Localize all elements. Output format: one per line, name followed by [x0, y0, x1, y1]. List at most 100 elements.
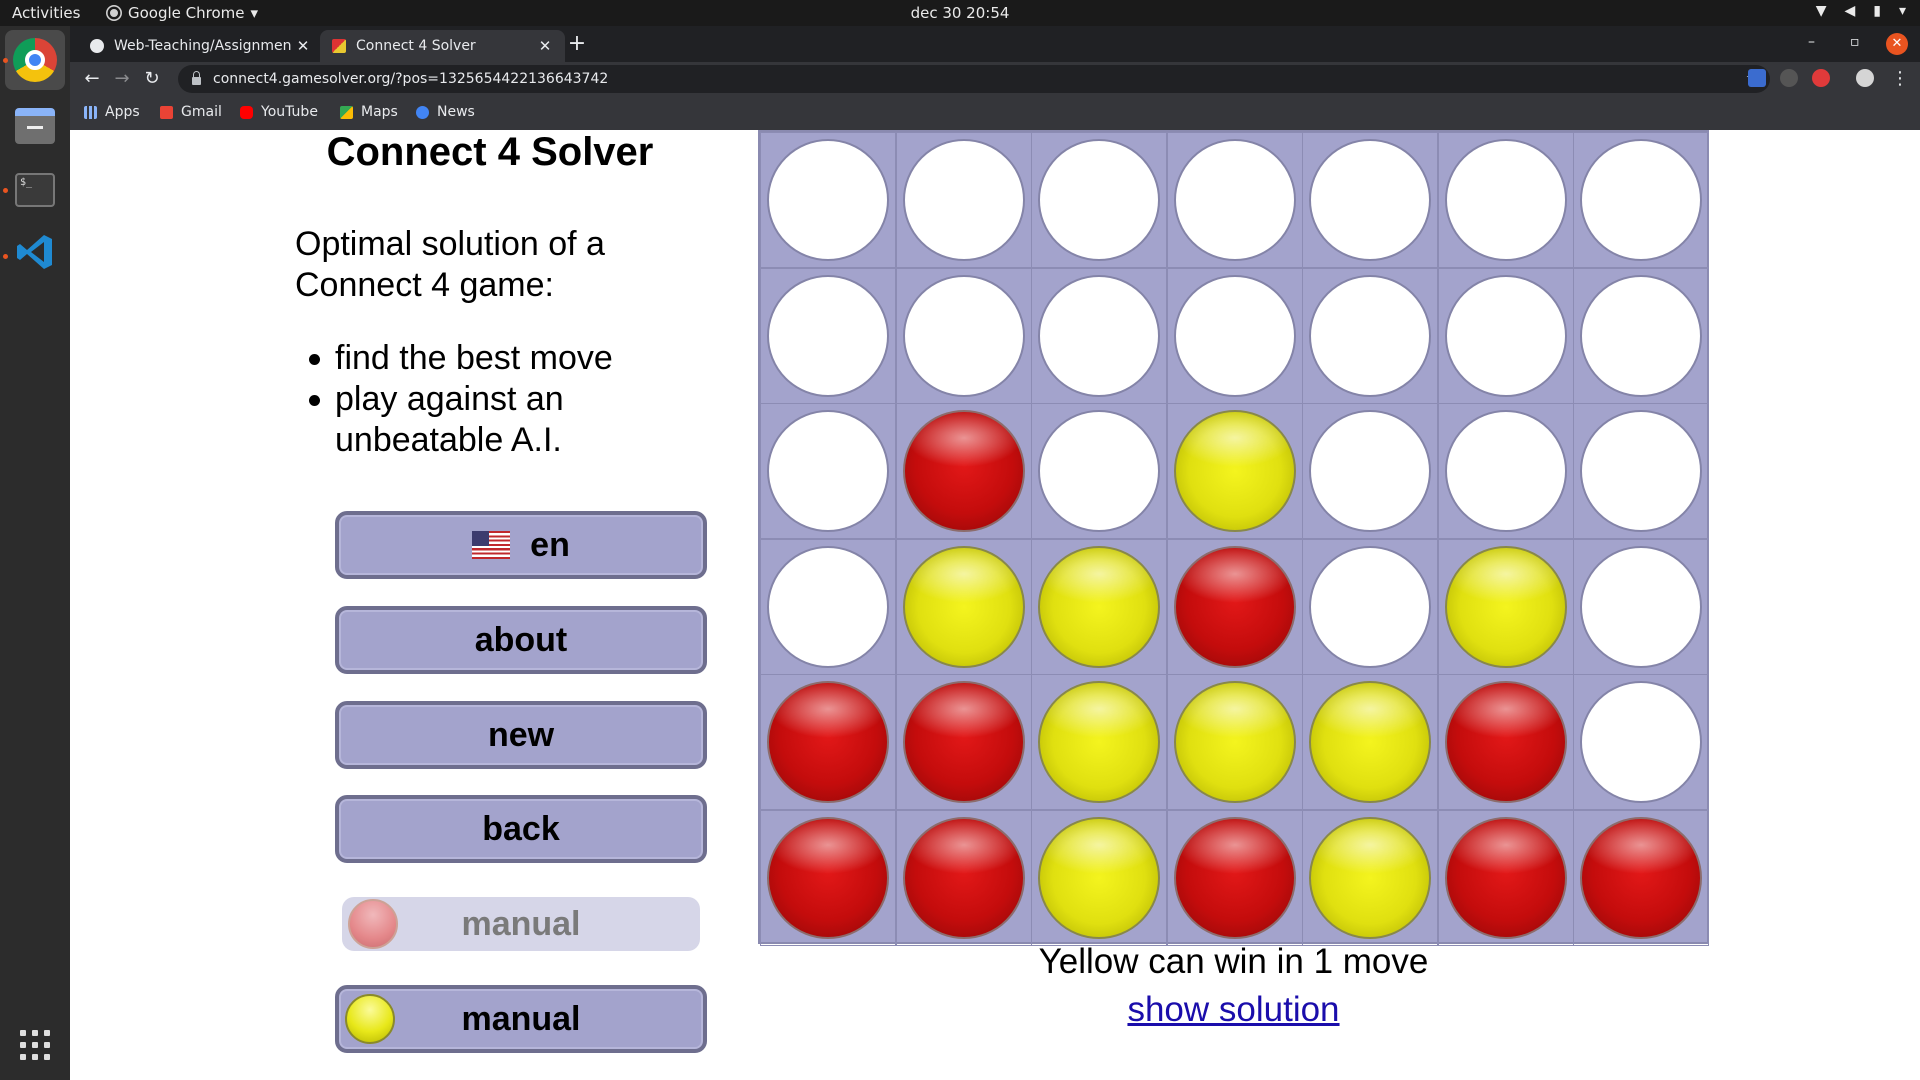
address-bar[interactable]: connect4.gamesolver.org/?pos=13256544221…: [178, 65, 1770, 93]
reload-icon[interactable]: ↻: [140, 67, 164, 91]
board-cell[interactable]: [1031, 403, 1167, 539]
maximize-icon[interactable]: ▫: [1850, 34, 1860, 50]
bookmark-news[interactable]: News: [416, 104, 475, 120]
system-tray[interactable]: ▼ ◀ ▮ ▾: [1816, 3, 1906, 19]
extension-icon[interactable]: [1812, 69, 1830, 87]
board-cell[interactable]: [760, 674, 896, 810]
intro-text: Optimal solution of a Connect 4 game:: [295, 225, 605, 304]
board-cell[interactable]: [760, 403, 896, 539]
system-top-bar: Activities Google Chrome ▾ dec 30 20:54 …: [0, 0, 1920, 26]
board-cell[interactable]: [1573, 132, 1709, 268]
clock[interactable]: dec 30 20:54: [0, 4, 1920, 22]
close-window-button[interactable]: ✕: [1886, 33, 1908, 55]
tab-github[interactable]: Web-Teaching/Assignmen ✕: [78, 30, 323, 62]
bookmark-maps[interactable]: Maps: [340, 104, 398, 120]
board-cell[interactable]: [1302, 267, 1438, 404]
tab-strip: Web-Teaching/Assignmen ✕ Connect 4 Solve…: [70, 26, 1920, 62]
board-cell[interactable]: [1031, 267, 1167, 404]
bookmark-apps[interactable]: Apps: [84, 104, 140, 120]
wifi-icon: ▼: [1815, 3, 1827, 19]
language-button[interactable]: en: [335, 511, 707, 579]
about-button[interactable]: about: [335, 606, 707, 674]
board-cell[interactable]: [1302, 674, 1438, 810]
new-tab-button[interactable]: +: [564, 32, 590, 58]
board-cell[interactable]: [1573, 809, 1709, 946]
red-player-mode-button[interactable]: manual: [342, 897, 700, 951]
board-cell[interactable]: [760, 538, 896, 675]
board-cell[interactable]: [1166, 674, 1303, 810]
board-cell[interactable]: [1031, 674, 1167, 810]
board-cell[interactable]: [1302, 538, 1438, 675]
dock-vscode[interactable]: [5, 222, 65, 282]
close-tab-icon[interactable]: ✕: [537, 37, 553, 55]
running-indicator: [3, 254, 8, 259]
board-cell[interactable]: [895, 809, 1032, 946]
board-cell[interactable]: [1166, 538, 1303, 675]
board-cell[interactable]: [1437, 809, 1574, 946]
show-applications-icon[interactable]: [20, 1030, 50, 1060]
board-cell[interactable]: [1437, 674, 1574, 810]
show-solution-link[interactable]: show solution: [758, 990, 1709, 1030]
game-board[interactable]: [758, 130, 1709, 946]
profile-avatar-icon[interactable]: [1856, 69, 1874, 87]
yellow-player-mode-button[interactable]: manual: [335, 985, 707, 1053]
board-cell[interactable]: [1166, 809, 1303, 946]
board-cell[interactable]: [1166, 267, 1303, 404]
back-button[interactable]: back: [335, 795, 707, 863]
board-cell[interactable]: [895, 538, 1032, 675]
board-cell[interactable]: [895, 132, 1032, 268]
feature-item: play against an unbeatable A.I.: [309, 379, 715, 461]
board-cell[interactable]: [1573, 403, 1709, 539]
terminal-icon: $_: [15, 173, 55, 207]
bookmark-label: News: [437, 104, 475, 120]
board-cell[interactable]: [1437, 403, 1574, 539]
bookmark-gmail[interactable]: Gmail: [160, 104, 222, 120]
board-cell[interactable]: [1573, 267, 1709, 404]
yellow-disc: [1173, 410, 1296, 532]
dock-files[interactable]: [5, 96, 65, 156]
board-cell[interactable]: [1573, 674, 1709, 810]
empty-slot: [1580, 545, 1702, 668]
board-cell[interactable]: [1031, 132, 1167, 268]
new-game-button[interactable]: new: [335, 701, 707, 769]
vscode-icon: [17, 235, 52, 269]
board-cell[interactable]: [1166, 403, 1303, 539]
tab-connect4[interactable]: Connect 4 Solver ✕: [320, 30, 565, 62]
board-cell[interactable]: [895, 674, 1032, 810]
us-flag-icon: [472, 531, 511, 559]
board-cell[interactable]: [1031, 538, 1167, 675]
board-cell[interactable]: [760, 267, 896, 404]
red-disc-icon: [348, 899, 398, 949]
board-cell[interactable]: [895, 403, 1032, 539]
minimize-icon[interactable]: –: [1808, 34, 1815, 50]
board-cell[interactable]: [1302, 132, 1438, 268]
chrome-icon: [13, 38, 57, 82]
files-icon: [15, 108, 55, 144]
youtube-icon: [240, 105, 253, 119]
board-cell[interactable]: [760, 132, 896, 268]
board-cell[interactable]: [1302, 809, 1438, 946]
dock-terminal[interactable]: $_: [5, 160, 65, 220]
forward-arrow-icon[interactable]: →: [110, 67, 134, 91]
yellow-disc: [1309, 681, 1431, 803]
board-cell[interactable]: [760, 809, 896, 946]
back-arrow-icon[interactable]: ←: [80, 67, 104, 91]
board-cell[interactable]: [1031, 809, 1167, 946]
dock-chrome[interactable]: [5, 30, 65, 90]
board-cell[interactable]: [895, 267, 1032, 404]
extension-icon[interactable]: [1780, 69, 1798, 87]
board-cell[interactable]: [1437, 538, 1574, 675]
bookmark-label: Maps: [361, 104, 398, 120]
board-cell[interactable]: [1302, 403, 1438, 539]
board-cell[interactable]: [1437, 132, 1574, 268]
close-tab-icon[interactable]: ✕: [295, 37, 311, 55]
board-cell[interactable]: [1166, 132, 1303, 268]
board-cell[interactable]: [1437, 267, 1574, 404]
extension-icon[interactable]: [1748, 69, 1766, 87]
empty-slot: [1038, 410, 1160, 532]
caret-down-icon: ▾: [1898, 3, 1906, 19]
board-cell[interactable]: [1573, 538, 1709, 675]
lock-icon: [192, 71, 201, 85]
bookmark-youtube[interactable]: YouTube: [240, 104, 318, 120]
menu-kebab-icon[interactable]: ⋮: [1888, 67, 1912, 91]
